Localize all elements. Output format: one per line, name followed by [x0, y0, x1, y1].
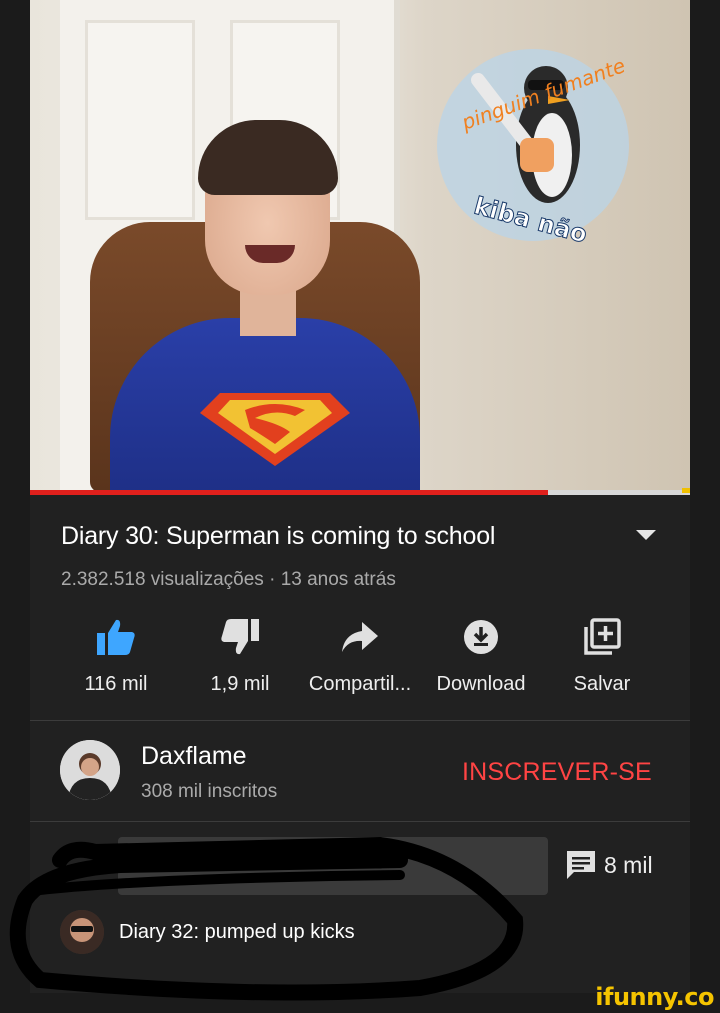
video-progress-buffer-marker [682, 488, 690, 493]
save-label: Salvar [573, 673, 631, 695]
share-icon [342, 622, 378, 652]
chevron-down-icon[interactable] [636, 530, 656, 540]
download-label: Download [436, 673, 526, 695]
channel-name[interactable]: Daxflame [141, 742, 247, 771]
app-frame: pinguim fumante kiba não Diary 30: Super… [30, 0, 690, 993]
penguin-sticker-watermark: pinguim fumante kiba não [437, 49, 629, 249]
like-count: 116 mil [84, 673, 148, 695]
channel-avatar[interactable] [60, 740, 120, 800]
subscribe-button[interactable]: INSCREVER-SE [462, 758, 652, 787]
thumbs-up-icon [97, 619, 135, 655]
video-progress-bar[interactable] [30, 488, 690, 495]
share-button[interactable]: Compartil... [295, 615, 425, 696]
comment-input[interactable] [118, 837, 548, 895]
video-meta: 2.382.518 visualizações · 13 anos atrás [61, 569, 396, 590]
save-to-playlist-icon [584, 618, 621, 655]
download-button[interactable]: Download [416, 615, 546, 696]
video-progress-played [30, 490, 549, 495]
save-button[interactable]: Salvar [537, 615, 667, 696]
like-button[interactable]: 116 mil [51, 615, 181, 696]
share-label: Compartil... [308, 673, 412, 695]
divider [30, 720, 690, 721]
ifunny-watermark: ifunny.co [595, 983, 714, 1011]
subscriber-count: 308 mil inscritos [141, 781, 278, 802]
superman-logo [200, 393, 350, 466]
next-video-title[interactable]: Diary 32: pumped up kicks [119, 921, 355, 944]
divider [30, 821, 690, 822]
dislike-count: 1,9 mil [210, 673, 270, 695]
thumbs-down-icon [221, 619, 259, 655]
comment-icon[interactable] [566, 850, 596, 880]
video-player[interactable]: pinguim fumante kiba não [30, 0, 690, 490]
next-video-thumbnail[interactable] [60, 910, 104, 954]
comment-count[interactable]: 8 mil [604, 852, 653, 879]
dislike-button[interactable]: 1,9 mil [175, 615, 305, 696]
video-title: Diary 30: Superman is coming to school [61, 522, 496, 550]
download-icon [464, 620, 498, 654]
